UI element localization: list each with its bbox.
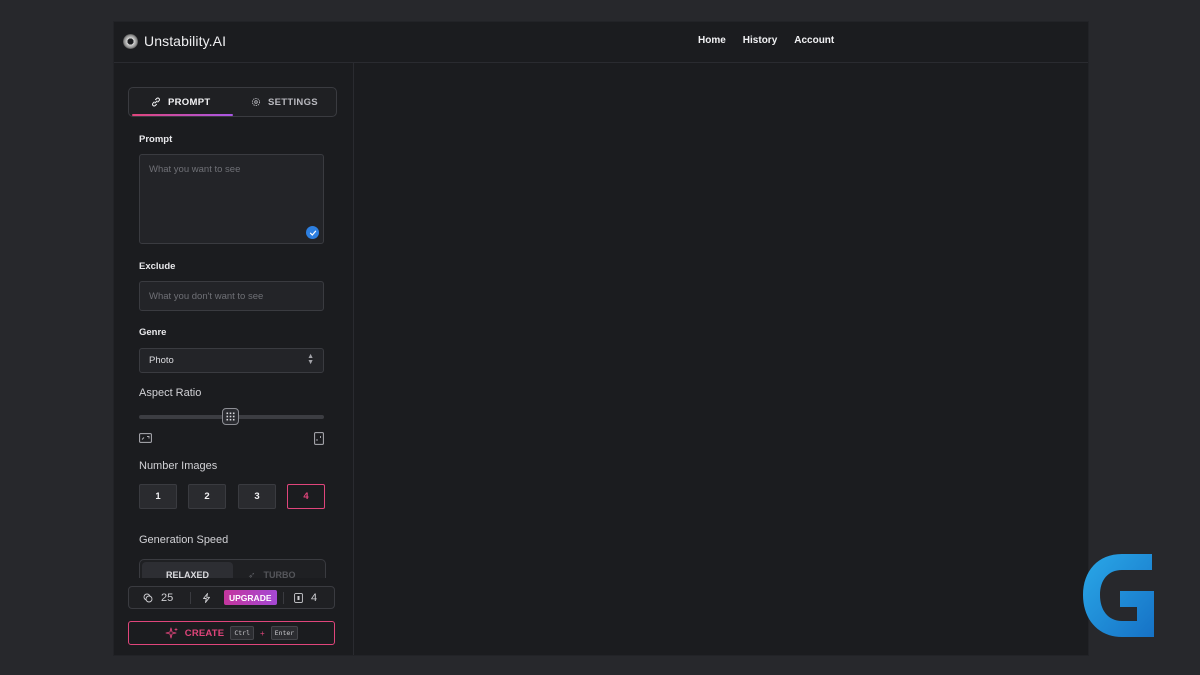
divider [190, 592, 191, 604]
upgrade-button[interactable]: UPGRADE [224, 590, 277, 605]
check-icon[interactable] [306, 226, 319, 239]
aspect-ratio-handle[interactable] [222, 408, 239, 425]
prompt-label: Prompt [139, 134, 173, 145]
tab-settings-label: SETTINGS [268, 96, 318, 108]
divider [283, 592, 284, 604]
tab-prompt[interactable]: PROMPT [151, 88, 210, 116]
genre-select[interactable]: Photo ▲ ▼ [139, 348, 324, 373]
main-nav: Home History Account [698, 35, 834, 46]
landscape-icon[interactable] [139, 433, 152, 443]
rocket-icon: ➶ [248, 570, 256, 578]
coins-icon [143, 593, 153, 602]
brand-name: Unstability.AI [144, 33, 227, 49]
prompt-placeholder: What you want to see [149, 164, 241, 175]
aspect-ratio-label: Aspect Ratio [139, 387, 202, 399]
sparkle-icon [165, 627, 178, 638]
genre-value: Photo [149, 355, 174, 366]
speed-toggle: RELAXED ➶ TURBO [139, 559, 326, 578]
number-images-label: Number Images [139, 460, 218, 472]
active-tab-indicator [132, 114, 233, 116]
speed-turbo-label: TURBO [263, 570, 296, 578]
number-option-3[interactable]: 3 [238, 484, 276, 509]
gear-icon [251, 97, 261, 107]
tab-settings[interactable]: SETTINGS [251, 88, 318, 116]
g-logo-icon [1083, 554, 1154, 637]
number-option-1[interactable]: 1 [139, 484, 177, 509]
link-icon [152, 97, 160, 107]
nav-home[interactable]: Home [698, 35, 726, 46]
ctrl-key: Ctrl [230, 626, 254, 640]
logo-icon [123, 33, 138, 49]
exclude-placeholder: What you don't want to see [149, 291, 264, 302]
prompt-input[interactable]: What you want to see [139, 154, 324, 244]
exclude-label: Exclude [139, 261, 176, 272]
create-label: CREATE [184, 627, 225, 639]
number-option-2[interactable]: 2 [188, 484, 226, 509]
image-count-icon [294, 592, 303, 603]
nav-history[interactable]: History [743, 35, 777, 46]
genre-label: Genre [139, 327, 167, 338]
images-count: 4 [311, 591, 318, 604]
select-arrows-icon: ▲ ▼ [307, 353, 314, 366]
portrait-icon[interactable] [314, 432, 324, 445]
tab-prompt-label: PROMPT [168, 96, 211, 108]
grid-icon [226, 412, 235, 421]
sidebar-panel: PROMPT SETTINGS Prompt What you want to … [114, 63, 354, 655]
nav-account[interactable]: Account [794, 35, 834, 46]
generation-speed-label: Generation Speed [139, 534, 229, 546]
panel-tabs: PROMPT SETTINGS [128, 87, 337, 117]
app-window: Unstability.AI Home History Account PROM… [113, 21, 1089, 656]
brand[interactable]: Unstability.AI [123, 33, 226, 49]
enter-key: Enter [270, 626, 299, 640]
bolt-icon [202, 587, 211, 608]
exclude-input[interactable]: What you don't want to see [139, 281, 324, 311]
credits-count: 25 [161, 591, 174, 604]
images-stat: 4 [294, 587, 317, 608]
top-bar: Unstability.AI Home History Account [114, 22, 1088, 63]
number-option-4[interactable]: 4 [287, 484, 325, 509]
speed-relaxed[interactable]: RELAXED [142, 562, 233, 578]
credits-stat: 25 [143, 587, 173, 608]
speed-turbo[interactable]: ➶ TURBO [248, 570, 296, 578]
plus-sign: + [259, 628, 265, 638]
credits-bar: 25 UPGRADE 4 [128, 586, 335, 609]
create-button[interactable]: CREATE Ctrl + Enter [128, 621, 335, 645]
